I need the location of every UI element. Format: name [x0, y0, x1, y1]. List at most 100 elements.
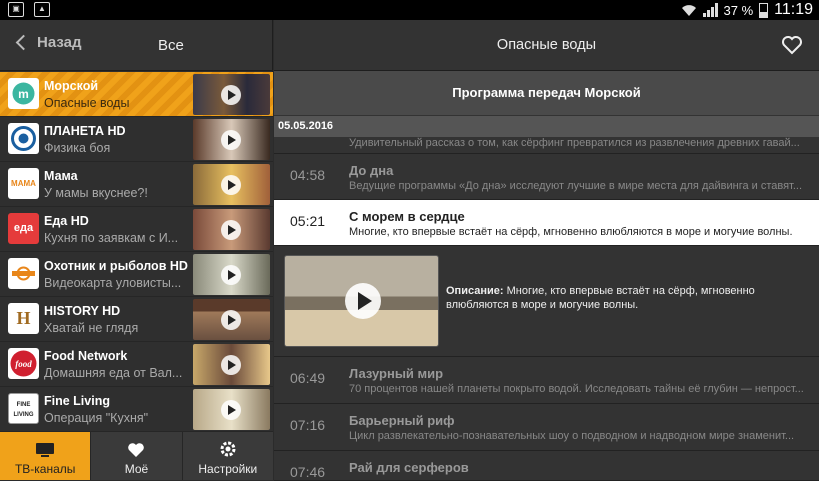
filter-all-label[interactable]: Все: [158, 37, 184, 54]
program-title: С морем в сердце: [349, 209, 465, 224]
channel-name: HISTORY HD: [44, 304, 121, 318]
play-icon: [221, 355, 241, 375]
channel-name: Food Network: [44, 349, 128, 363]
image-notification-icon: ▲: [34, 2, 50, 17]
channel-logo-mama: МАМА: [8, 168, 39, 199]
channel-current-show: Кухня по заявкам с И...: [44, 231, 179, 245]
channel-current-show: Физика боя: [44, 141, 111, 155]
play-icon: [221, 400, 241, 420]
channel-thumbnail[interactable]: [193, 164, 270, 205]
channel-name: Fine Living: [44, 394, 110, 408]
program-title: До дна: [349, 163, 394, 178]
program-description: Удивительный рассказ о том, как сёрфинг …: [349, 137, 800, 149]
clock: 11:19: [774, 1, 813, 18]
program-time: 07:16: [290, 417, 326, 433]
channel-thumbnail[interactable]: [193, 254, 270, 295]
channel-list-pane: Назад Все m Морской Опасные воды ПЛАНЕТА…: [0, 20, 273, 480]
nav-mine-label: Моё: [124, 462, 149, 476]
channel-name: Мама: [44, 169, 78, 183]
channel-thumbnail[interactable]: [193, 74, 270, 115]
nav-mine[interactable]: Моё: [91, 432, 183, 480]
channel-row-food-network[interactable]: food Food Network Домашняя еда от Вал...: [0, 342, 273, 387]
date-divider: 05.05.2016: [274, 116, 819, 137]
channel-logo-okhotnik: [8, 258, 39, 289]
program-row[interactable]: 07:16 Барьерный риф Цикл развлекательно-…: [274, 404, 819, 451]
play-icon: [221, 310, 241, 330]
channel-current-show: Хватай не глядя: [44, 321, 139, 335]
play-icon: [221, 130, 241, 150]
channel-logo-planeta: [8, 123, 39, 154]
channel-row-morskoy[interactable]: m Морской Опасные воды: [0, 72, 273, 117]
svg-text:food: food: [15, 359, 32, 369]
channel-row-fine-living[interactable]: FINE LIVING Fine Living Операция "Кухня": [0, 387, 273, 432]
channel-logo-morskoy: m: [8, 78, 39, 109]
channel-name: Охотник и рыболов HD: [44, 259, 188, 273]
program-row[interactable]: 06:49 Лазурный мир 70 процентов нашей пл…: [274, 357, 819, 404]
channel-logo-history: H: [8, 303, 39, 334]
channel-row-history[interactable]: H HISTORY HD Хватай не глядя: [0, 297, 273, 342]
program-description-full: Описание: Многие, кто впервые встаёт на …: [446, 284, 786, 312]
favorite-heart-icon[interactable]: [781, 35, 803, 55]
play-icon: [221, 220, 241, 240]
program-description: Ведущие программы «До дна» исследуют луч…: [349, 180, 803, 192]
channel-row-okhotnik[interactable]: Охотник и рыболов HD Видеокарта уловисты…: [0, 252, 273, 297]
channel-row-eda[interactable]: еда Еда HD Кухня по заявкам с И...: [0, 207, 273, 252]
channel-name: Морской: [44, 79, 99, 93]
chevron-left-icon: [15, 34, 32, 51]
channel-thumbnail[interactable]: [193, 209, 270, 250]
channel-current-show: Операция "Кухня": [44, 411, 149, 425]
channel-current-show: Опасные воды: [44, 96, 130, 110]
nav-settings-label: Настройки: [198, 462, 258, 476]
battery-percent: 37 %: [723, 2, 754, 18]
wifi-icon: [681, 5, 696, 16]
nav-tv-label: ТВ-каналы: [14, 462, 76, 476]
program-row[interactable]: Удивительный рассказ о том, как сёрфинг …: [274, 137, 819, 154]
channel-current-show: Домашняя еда от Вал...: [44, 366, 183, 380]
channel-logo-fine-living: FINE LIVING: [8, 393, 39, 424]
detail-title: Опасные воды: [496, 37, 597, 53]
heart-icon: [128, 443, 145, 457]
nav-tv-channels[interactable]: ТВ-каналы: [0, 432, 92, 480]
program-preview-thumbnail[interactable]: [284, 255, 439, 347]
program-description: 70 процентов нашей планеты покрыто водой…: [349, 383, 804, 395]
channel-thumbnail[interactable]: [193, 389, 270, 430]
back-label: Назад: [37, 34, 82, 51]
channel-thumbnail[interactable]: [193, 344, 270, 385]
channel-name: ПЛАНЕТА HD: [44, 124, 126, 138]
program-title: Лазурный мир: [349, 366, 444, 381]
status-bar: ▣ ▲ 37 % 11:19: [0, 0, 819, 20]
signal-icon: [702, 3, 718, 17]
detail-header: Опасные воды: [274, 20, 819, 71]
channel-logo-eda: еда: [8, 213, 39, 244]
back-button[interactable]: Назад: [14, 34, 81, 51]
program-row-current[interactable]: 05:21 С морем в сердце Многие, кто вперв…: [274, 200, 819, 246]
program-description: Многие, кто впервые встаёт на сёрф, мгно…: [349, 226, 793, 238]
screenshot-notification-icon: ▣: [8, 2, 24, 17]
program-row[interactable]: 04:58 До дна Ведущие программы «До дна» …: [274, 154, 819, 200]
channel-logo-food-network: food: [8, 348, 39, 379]
channel-row-mama[interactable]: МАМА Мама У мамы вкуснее?!: [0, 162, 273, 207]
gear-icon: [220, 441, 236, 457]
program-time: 05:21: [290, 213, 326, 229]
channel-thumbnail[interactable]: [193, 299, 270, 340]
channel-row-planeta[interactable]: ПЛАНЕТА HD Физика боя: [0, 117, 273, 162]
svg-text:m: m: [18, 87, 29, 101]
program-description: Цикл развлекательно-познавательных шоу о…: [349, 430, 795, 442]
play-icon: [221, 85, 241, 105]
program-time: 07:46: [290, 464, 326, 480]
program-detail-pane: Опасные воды Программа передач Морской 0…: [274, 20, 819, 481]
play-icon: [221, 175, 241, 195]
bottom-navigation: ТВ-каналы Моё Настройки: [0, 432, 273, 480]
program-title: Барьерный риф: [349, 413, 455, 428]
channel-thumbnail[interactable]: [193, 119, 270, 160]
program-time: 04:58: [290, 167, 326, 183]
tv-icon: [36, 443, 55, 457]
nav-settings[interactable]: Настройки: [182, 432, 273, 480]
channel-current-show: У мамы вкуснее?!: [44, 186, 148, 200]
play-icon: [345, 283, 381, 319]
program-row[interactable]: 07:46 Рай для серферов: [274, 451, 819, 481]
program-guide-header: Программа передач Морской: [274, 71, 819, 116]
program-title: Рай для серферов: [349, 460, 469, 475]
channel-list-header: Назад Все: [0, 20, 272, 71]
play-icon: [221, 265, 241, 285]
